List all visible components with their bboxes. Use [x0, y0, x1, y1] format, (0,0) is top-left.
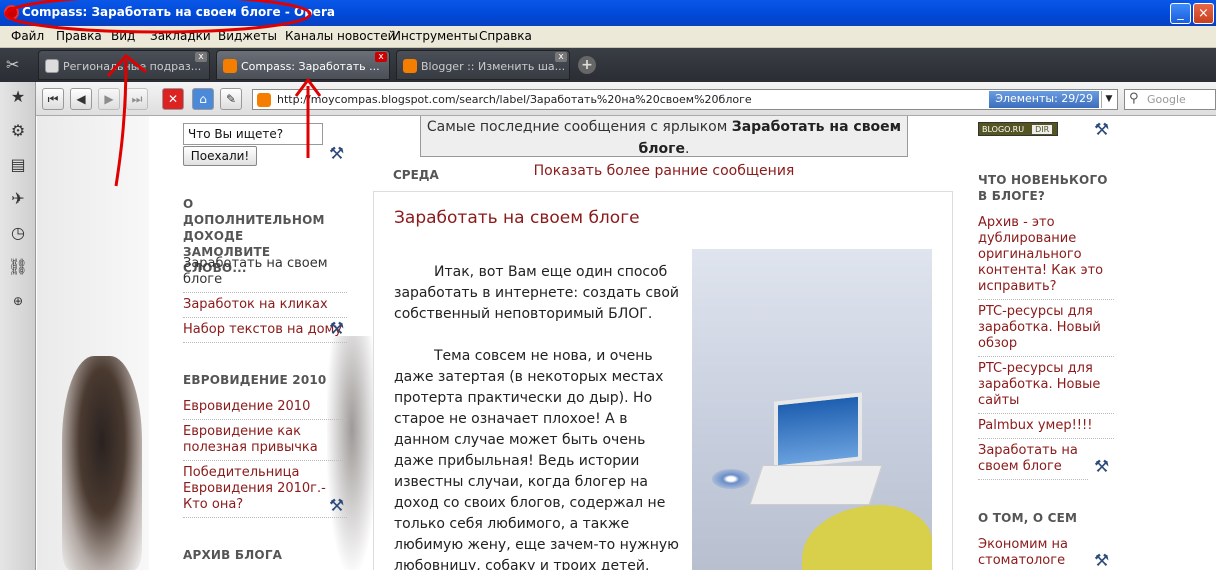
sidebar-link[interactable]: Архив - это дублирование оригинального к…: [978, 215, 1114, 300]
menu-feeds[interactable]: Каналы новостей: [285, 29, 395, 43]
add-panel-icon[interactable]: ⊕: [7, 290, 29, 312]
menu-file[interactable]: Файл: [11, 29, 44, 43]
blog-search-button[interactable]: Поехали!: [183, 146, 257, 166]
home-button[interactable]: ⌂: [192, 88, 214, 110]
post: Заработать на своем блоге Итак, вот Вам …: [373, 191, 953, 570]
history-clock-icon[interactable]: ◷: [7, 222, 29, 244]
tab-close-button[interactable]: x: [555, 52, 567, 62]
bookmarks-star-icon[interactable]: ★: [7, 86, 29, 108]
sidebar-link[interactable]: Palmbux умер!!!!: [978, 418, 1114, 439]
menu-tools[interactable]: Инструменты: [392, 29, 478, 43]
blogger-icon: [403, 59, 417, 73]
sidebar-link[interactable]: Заработок на кликах: [183, 297, 347, 318]
sidebar-link[interactable]: Победительница Евровидения 2010г.- Кто о…: [183, 465, 347, 518]
wrench-icon[interactable]: ⚒: [329, 319, 344, 339]
sidebar-link[interactable]: Набор текстов на дому: [183, 322, 347, 343]
elements-counter: Элементы: 29/29: [989, 91, 1099, 108]
forward-button[interactable]: ▶: [98, 88, 120, 110]
blurred-figure-image: [62, 356, 142, 570]
sidebar-heading: О ТОМ, О СЕМ: [978, 511, 1078, 525]
sidebar-link[interactable]: Заработать на своем блоге: [978, 443, 1088, 480]
fast-forward-button[interactable]: ⏭: [126, 88, 148, 110]
menu-edit[interactable]: Правка: [56, 29, 102, 43]
cd-disc: [712, 469, 750, 489]
sidebar-link[interactable]: PTC-ресурсы для заработка. Новые сайты: [978, 361, 1114, 414]
tab-blogger[interactable]: Blogger :: Изменить ша... x: [396, 50, 570, 80]
menu-bar: Файл Правка Вид Закладки Виджеты Каналы …: [0, 26, 1216, 48]
post-date: СРЕДА: [393, 168, 439, 182]
transfers-icon[interactable]: ✈: [7, 188, 29, 210]
new-tab-button[interactable]: +: [578, 56, 596, 74]
links-icon[interactable]: ⛓: [7, 256, 29, 278]
sidebar-link[interactable]: Евровидение 2010: [183, 399, 347, 420]
window-title: Compass: Заработать на своем блоге - Ope…: [22, 5, 335, 19]
tab-label: Региональные подраз...: [63, 60, 202, 73]
minimize-button[interactable]: _: [1170, 3, 1191, 24]
badge-left: BLOGO.RU: [982, 125, 1025, 134]
window-title-bar: Compass: Заработать на своем блоге - Ope…: [0, 0, 1216, 26]
tab-compass[interactable]: Compass: Заработать ... x: [216, 50, 390, 80]
sidebar-link[interactable]: Заработать на своем блоге: [183, 256, 347, 293]
chair: [802, 505, 932, 570]
wrench-icon[interactable]: ⚒: [1094, 457, 1109, 477]
web-page: Что Вы ищете? Поехали! ⚒ О ДОПОЛНИТЕЛЬНО…: [37, 116, 1216, 570]
search-placeholder: Google: [1147, 93, 1186, 106]
wrench-icon[interactable]: ⚒: [329, 496, 344, 516]
side-panel: ★ ⚙ ▤ ✈ ◷ ⛓ ⊕: [0, 82, 36, 570]
menu-view[interactable]: Вид: [111, 29, 135, 43]
tab-close-button[interactable]: x: [375, 52, 387, 62]
wrench-icon[interactable]: ⚒: [1094, 551, 1109, 570]
post-image: [692, 249, 932, 570]
tab-close-button[interactable]: x: [195, 52, 207, 62]
sidebar-link[interactable]: Евровидение как полезная привычка: [183, 424, 347, 461]
wrench-icon[interactable]: ⚒: [1094, 120, 1109, 140]
laptop-base: [749, 465, 883, 505]
menu-help[interactable]: Справка: [479, 29, 532, 43]
sidebar-link[interactable]: Экономим на стоматологе: [978, 537, 1088, 570]
search-field[interactable]: ⚲ Google: [1124, 89, 1216, 110]
show-older-link[interactable]: Показать более ранние сообщения: [534, 163, 795, 179]
close-window-button[interactable]: ×: [1193, 3, 1214, 24]
search-icon: ⚲: [1129, 91, 1139, 106]
edit-pencil-icon[interactable]: ✎: [220, 88, 242, 110]
tools-icon[interactable]: ✂: [6, 55, 19, 74]
stop-button[interactable]: ✕: [162, 88, 184, 110]
blogger-icon: [257, 93, 271, 107]
document-icon: [45, 59, 59, 73]
sidebar-heading: ЕВРОВИДЕНИЕ 2010: [183, 373, 327, 387]
post-paragraph: Тема совсем не нова, и очень даже затерт…: [394, 348, 679, 570]
post-title[interactable]: Заработать на своем блоге: [394, 208, 640, 228]
notes-icon[interactable]: ▤: [7, 154, 29, 176]
rewind-button[interactable]: ⏮: [42, 88, 64, 110]
back-button[interactable]: ◀: [70, 88, 92, 110]
banner-text: Самые последние сообщения с ярлыком: [426, 119, 728, 135]
tab-regional[interactable]: Региональные подраз... x: [38, 50, 210, 80]
label-banner: Самые последние сообщения с ярлыком Зара…: [420, 116, 908, 179]
wrench-icon[interactable]: ⚒: [329, 144, 344, 164]
tab-label: Blogger :: Изменить ша...: [421, 60, 566, 73]
blogger-icon: [223, 59, 237, 73]
post-body: Итак, вот Вам еще один способ заработать…: [394, 262, 684, 570]
badge-right: DIR: [1032, 125, 1053, 134]
opera-logo-icon: [4, 5, 19, 20]
laptop-screen: [774, 392, 862, 470]
address-field[interactable]: http://moycompas.blogspot.com/search/lab…: [252, 89, 1118, 110]
menu-widgets[interactable]: Виджеты: [218, 29, 277, 43]
blog-search-input[interactable]: Что Вы ищете?: [183, 123, 323, 145]
sidebar-heading: ЧТО НОВЕНЬКОГО В БЛОГЕ?: [978, 173, 1108, 203]
blogo-badge[interactable]: BLOGO.RU DIR: [978, 122, 1058, 136]
menu-bookmarks[interactable]: Закладки: [150, 29, 211, 43]
tab-label: Compass: Заработать ...: [241, 60, 380, 73]
chevron-down-icon[interactable]: ▼: [1101, 91, 1116, 108]
sidebar-heading: АРХИВ БЛОГА: [183, 548, 283, 562]
address-toolbar: ⏮ ◀ ▶ ⏭ ✕ ⌂ ✎ http://moycompas.blogspot.…: [36, 82, 1216, 116]
tab-bar: ✂ Региональные подраз... x Compass: Зара…: [0, 48, 1216, 82]
post-paragraph: Итак, вот Вам еще один способ заработать…: [394, 264, 680, 322]
settings-gear-icon[interactable]: ⚙: [7, 120, 29, 142]
sidebar-link[interactable]: PTC-ресурсы для заработка. Новый обзор: [978, 304, 1114, 357]
url-text: http://moycompas.blogspot.com/search/lab…: [277, 93, 752, 106]
